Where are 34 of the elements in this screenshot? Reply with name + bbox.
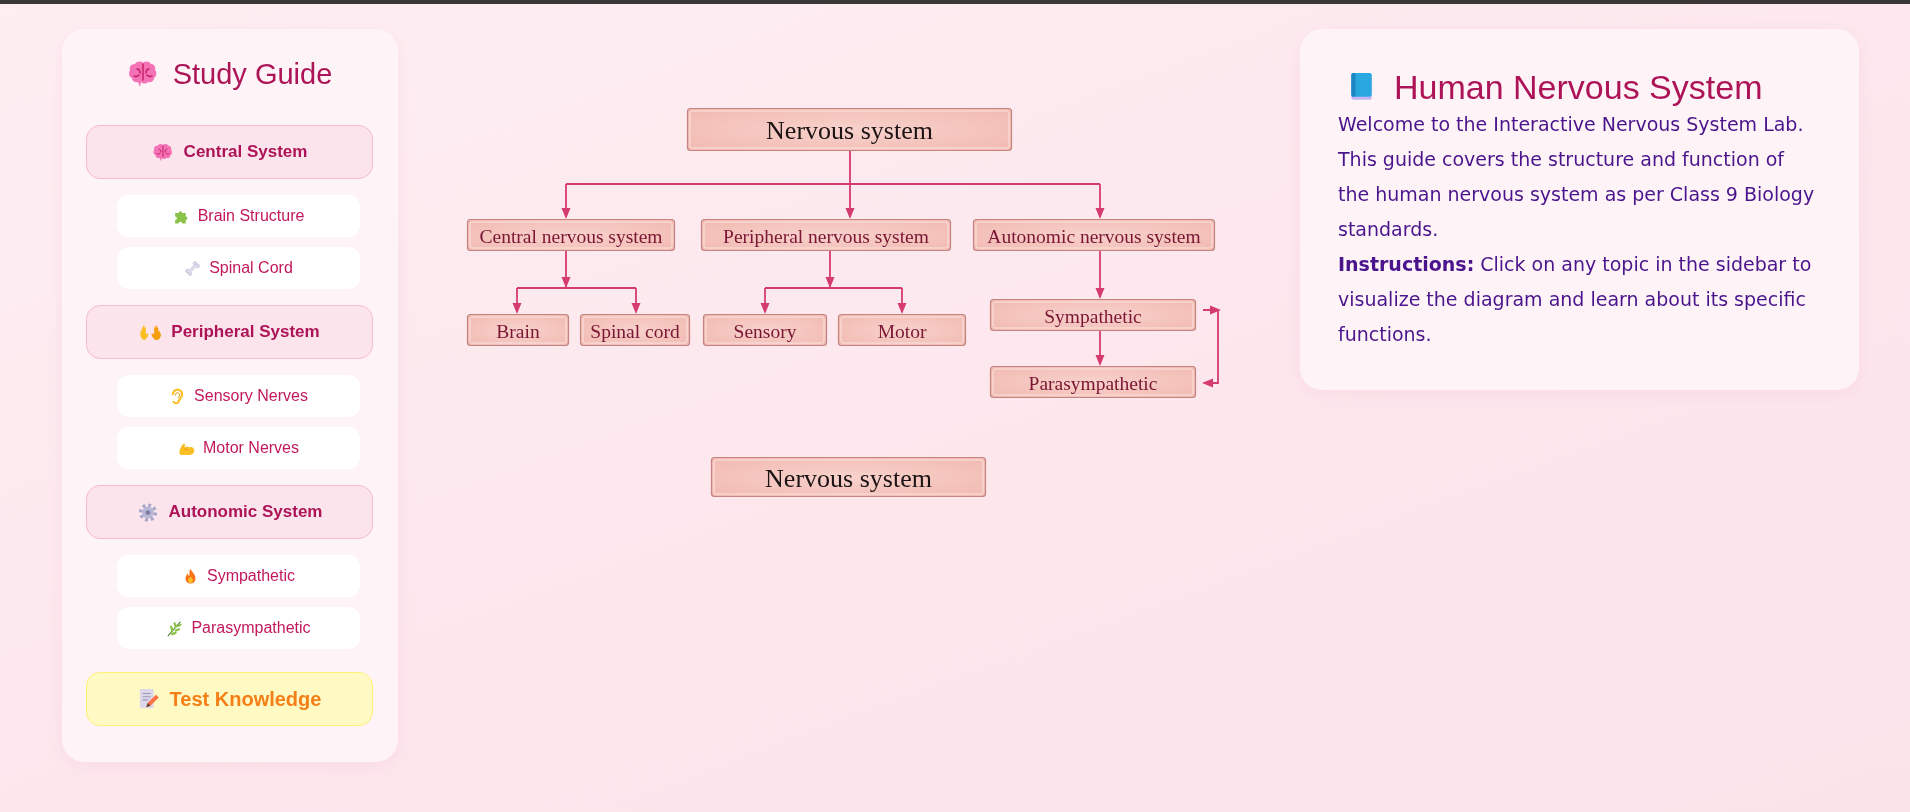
notepad-pencil-icon — [137, 688, 160, 710]
topic-button[interactable]: Sensory Nerves — [117, 375, 360, 417]
flowchart-node: Nervous system — [686, 107, 1013, 152]
diagram-caption: Nervous system — [710, 456, 987, 498]
flowchart-node: Parasympathetic — [989, 365, 1197, 399]
connector-arrow — [1095, 250, 1105, 299]
info-title: Human Nervous System — [1394, 67, 1763, 107]
topic-button[interactable]: Spinal Cord — [117, 247, 360, 289]
instructions-paragraph: Instructions: Click on any topic in the sidebar to visualize the diagram and learn about its specific functions. — [1338, 252, 1813, 347]
section-button[interactable]: Autonomic System — [86, 485, 373, 539]
flowchart-node: Sympathetic — [989, 298, 1197, 332]
topic-button[interactable]: Sympathetic — [117, 555, 360, 597]
flowchart-node: Brain — [466, 313, 570, 347]
topic-button[interactable]: Motor Nerves — [117, 427, 360, 469]
flowchart-node: Peripheral nervous system — [700, 218, 952, 252]
brain-icon — [151, 142, 174, 162]
intro-paragraph: Welcome to the Interactive Nervous System Lab. This guide covers the structure and function of the human nervous system as per Class 9 Biology standards. — [1338, 112, 1816, 242]
sidebar-title: Study Guide — [172, 57, 333, 91]
herb-icon — [166, 619, 184, 637]
section-button[interactable]: Peripheral System — [86, 305, 373, 359]
section-button[interactable]: Central System — [86, 125, 373, 179]
topic-button[interactable]: Brain Structure — [117, 195, 360, 237]
topic-button[interactable]: Parasympathetic — [117, 607, 360, 649]
flowchart-node: Autonomic nervous system — [972, 218, 1216, 252]
connector-arrow — [1095, 330, 1105, 366]
flowchart-node: Central nervous system — [466, 218, 676, 252]
hands-icon — [139, 322, 162, 342]
book-icon — [1348, 72, 1374, 102]
flowchart-node: Spinal cord — [579, 313, 691, 347]
flowchart-node: Sensory — [702, 313, 828, 347]
flowchart-node: Motor — [837, 313, 967, 347]
brain-icon — [126, 60, 159, 88]
bone-icon — [184, 259, 202, 277]
gear-icon — [136, 502, 159, 522]
